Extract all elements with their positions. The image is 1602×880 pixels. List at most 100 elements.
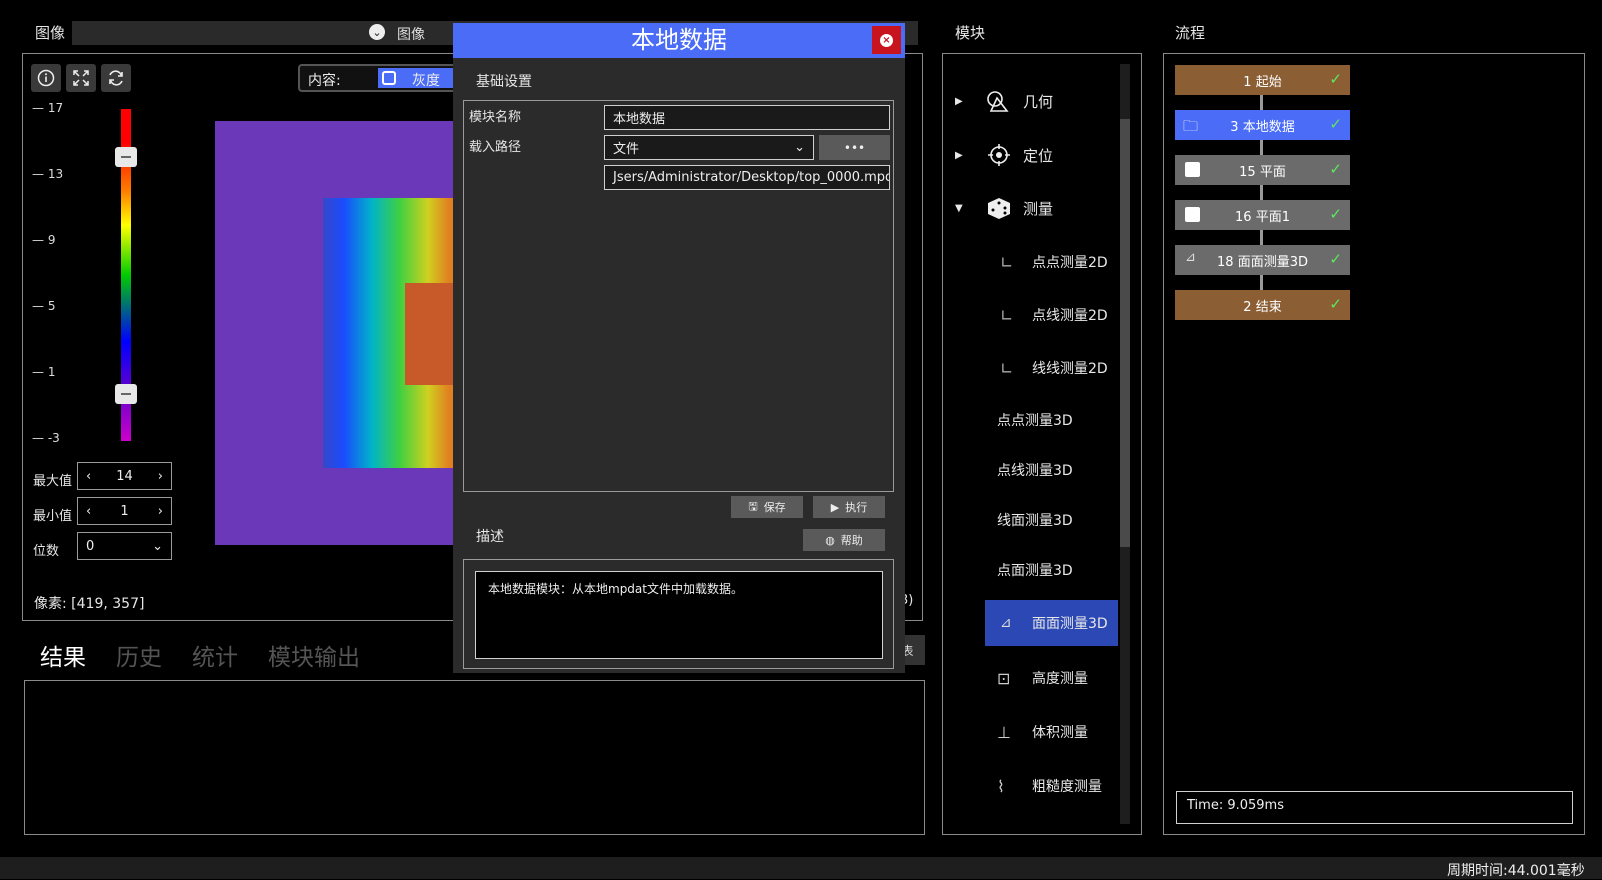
image-source-value: 图像 [397, 27, 425, 43]
module-item-height[interactable]: ⊡ 高度测量 [997, 668, 1088, 688]
shapes-icon [987, 91, 1009, 112]
chevron-left-icon[interactable]: ‹ [86, 469, 91, 484]
scale-tick-label: — 1 [32, 365, 56, 379]
flow-node-label: 15 平面 [1239, 164, 1286, 180]
basic-settings-title: 基础设置 [476, 74, 532, 90]
chevron-right-icon[interactable]: › [158, 504, 163, 519]
flow-node-label: 1 起始 [1243, 74, 1282, 90]
path-type-select[interactable]: 文件 ⌄ [604, 135, 814, 160]
flow-node-plane1[interactable]: 16 平面1 ✓ [1175, 200, 1350, 230]
dialog-title-bar[interactable]: 本地数据 × [453, 23, 905, 58]
save-button[interactable]: 🖫 保存 [731, 496, 803, 518]
min-value-stepper[interactable]: ‹ 1 › [77, 497, 172, 525]
check-icon: ✓ [1329, 115, 1342, 133]
browse-button[interactable]: ••• [819, 135, 890, 160]
module-item-point-line-2d[interactable]: ∟ 点线测量2D [1000, 305, 1108, 325]
dice-icon [988, 198, 1010, 219]
module-group-measure[interactable]: ▼ 测量 [955, 196, 1053, 220]
scale-tick-label: — 9 [32, 233, 56, 247]
image-panel-title: 图像 [35, 24, 66, 42]
flow-node-label: 18 面面测量3D [1217, 254, 1308, 270]
module-item-label: 体积测量 [1032, 725, 1088, 741]
check-icon: ✓ [1329, 250, 1342, 268]
module-item-label: 面面测量3D [1032, 616, 1108, 632]
modules-scrollbar[interactable] [1120, 64, 1130, 824]
description-text[interactable]: 本地数据模块：从本地mpdat文件中加载数据。 [475, 571, 883, 659]
module-item-volume[interactable]: ⊥ 体积测量 [997, 722, 1088, 742]
module-group-label: 测量 [1023, 199, 1054, 218]
save-icon: 🖫 [748, 499, 758, 513]
module-item-plane-plane-3d[interactable]: ⊿ 面面测量3D [985, 600, 1118, 646]
content-mode-selector[interactable]: 内容: 灰度 [298, 64, 458, 92]
flow-node-end[interactable]: 2 结束 ✓ [1175, 290, 1350, 320]
help-button[interactable]: ◍ 帮助 [803, 529, 885, 551]
refresh-button[interactable] [101, 64, 131, 92]
execute-label: 执行 [845, 501, 868, 514]
module-item-line-line-2d[interactable]: ∟ 线线测量2D [1000, 358, 1108, 378]
execute-button[interactable]: ▶ 执行 [813, 496, 885, 518]
expand-arrow-icon: ▶ [955, 95, 963, 107]
tab-results[interactable]: 结果 [40, 638, 86, 672]
tab-history[interactable]: 历史 [116, 638, 162, 672]
volume-icon: ⊥ [997, 722, 1011, 742]
plane-measure-icon: ⊿ [1185, 250, 1196, 265]
module-item-label: 线线测量2D [1032, 361, 1108, 377]
flow-node-local-data[interactable]: 🗀 3 本地数据 ✓ [1175, 110, 1350, 140]
status-bar [0, 857, 1602, 879]
module-group-label: 定位 [1023, 146, 1054, 165]
results-area [24, 680, 925, 835]
close-button[interactable]: × [872, 26, 901, 54]
flow-node-start[interactable]: 1 起始 ✓ [1175, 65, 1350, 95]
max-value-field[interactable]: 14 [116, 469, 133, 484]
module-group-locate[interactable]: ▶ 定位 [955, 143, 1053, 167]
module-item-point-plane-3d[interactable]: 点面测量3D [997, 560, 1073, 580]
check-icon: ✓ [1329, 160, 1342, 178]
chevron-left-icon[interactable]: ‹ [86, 504, 91, 519]
angle-icon: ∟ [1000, 252, 1014, 272]
load-path-label: 载入路径 [469, 140, 522, 155]
waveform-icon: ⌇ [997, 776, 1005, 796]
module-item-point-line-3d[interactable]: 点线测量3D [997, 460, 1073, 480]
chevron-right-icon[interactable]: › [158, 469, 163, 484]
height-map-image[interactable] [215, 121, 455, 545]
scale-tick-label: — 17 [32, 101, 64, 115]
min-value-label: 最小值 [33, 509, 73, 524]
dialog-title: 本地数据 [631, 26, 727, 54]
scrollbar-thumb[interactable] [1120, 119, 1130, 547]
digits-select[interactable]: 0 ⌄ [77, 532, 172, 560]
path-input[interactable]: Jsers/Administrator/Desktop/top_0000.mpd… [604, 165, 890, 190]
chevron-down-icon: ⌄ [369, 24, 385, 40]
max-value-stepper[interactable]: ‹ 14 › [77, 462, 172, 490]
content-mode-value: 灰度 [412, 73, 440, 89]
module-item-roughness[interactable]: ⌇ 粗糙度测量 [997, 776, 1102, 796]
digits-label: 位数 [33, 544, 60, 559]
info-button[interactable] [31, 64, 61, 92]
module-group-geometry[interactable]: ▶ 几何 [955, 89, 1053, 113]
square-icon [1185, 207, 1200, 222]
expand-icon [73, 70, 89, 86]
min-value-field[interactable]: 1 [120, 504, 128, 519]
max-slider-handle[interactable] [115, 147, 137, 167]
min-slider-handle[interactable] [115, 384, 137, 404]
module-item-point-point-2d[interactable]: ∟ 点点测量2D [1000, 252, 1108, 272]
chevron-down-icon: ⌄ [152, 538, 163, 554]
module-item-line-plane-3d[interactable]: 线面测量3D [997, 510, 1073, 530]
play-icon: ▶ [830, 500, 840, 514]
module-name-input[interactable]: 本地数据 [604, 105, 890, 130]
modules-panel [942, 53, 1142, 835]
info-icon [37, 69, 55, 87]
local-data-dialog: 本地数据 × 基础设置 模块名称 本地数据 载入路径 文件 ⌄ ••• Jser… [453, 23, 905, 673]
refresh-icon [109, 70, 123, 86]
tab-module-output[interactable]: 模块输出 [268, 638, 360, 672]
flow-node-plane-plane-3d[interactable]: ⊿ 18 面面测量3D ✓ [1175, 245, 1350, 275]
fit-screen-button[interactable] [66, 64, 96, 92]
flow-node-label: 2 结束 [1243, 299, 1282, 315]
module-item-point-point-3d[interactable]: 点点测量3D [997, 410, 1073, 430]
tab-statistics[interactable]: 统计 [192, 638, 238, 672]
expand-arrow-icon: ▶ [955, 149, 963, 161]
close-icon: × [880, 33, 893, 47]
path-type-value: 文件 [613, 142, 640, 157]
help-label: 帮助 [840, 534, 863, 547]
flow-node-plane[interactable]: 15 平面 ✓ [1175, 155, 1350, 185]
scale-tick-label: — 13 [32, 167, 64, 181]
